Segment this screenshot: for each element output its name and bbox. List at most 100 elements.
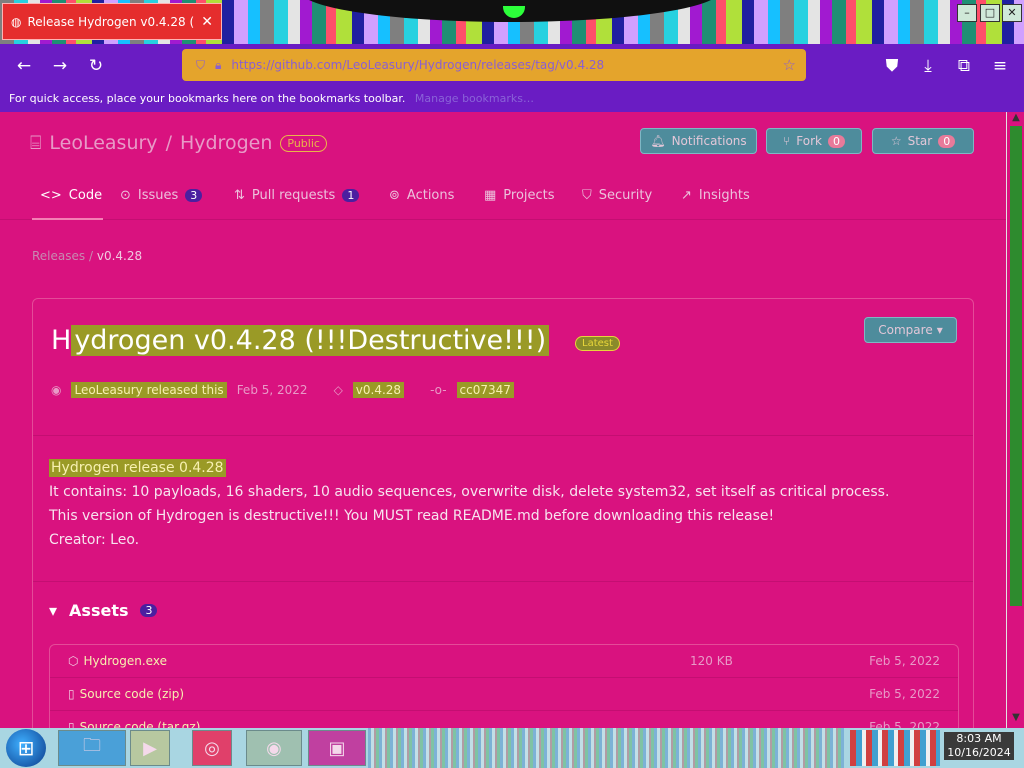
glitch-streaks xyxy=(368,728,844,768)
browser-nav-bar: ← → ↻ ⛉ 🔒︎ https://github.com/LeoLeasury… xyxy=(0,44,1024,88)
close-window-button[interactable]: ✕ xyxy=(1002,4,1022,22)
compare-button[interactable]: Compare ▾ xyxy=(864,317,957,343)
asset-row[interactable]: ▯ Source code (zip) Feb 5, 2022 xyxy=(50,678,958,711)
close-tab-icon[interactable]: ✕ xyxy=(201,14,213,30)
breadcrumb-releases-link[interactable]: Releases xyxy=(32,249,85,263)
commit-icon: -o- xyxy=(430,383,447,397)
chevron-down-icon: ▾ xyxy=(936,323,943,337)
fork-count: 0 xyxy=(827,134,845,148)
tab-issues[interactable]: ⊙ Issues 3 xyxy=(120,188,203,203)
taskbar-app-active[interactable]: ▣ xyxy=(308,730,366,766)
repo-name-link[interactable]: Hydrogen xyxy=(180,132,272,154)
browser-tab-active[interactable]: ◍ Release Hydrogen v0.4.28 (!!!Dest ✕ xyxy=(2,3,222,40)
release-title-rest: ydrogen v0.4.28 (!!!Destructive!!!) xyxy=(71,325,550,356)
pocket-icon[interactable]: ⛊ xyxy=(880,54,904,78)
url-text: https://github.com/LeoLeasury/Hydrogen/r… xyxy=(231,58,605,72)
system-tray[interactable] xyxy=(850,730,940,766)
asset-name-link[interactable]: Source code (zip) xyxy=(80,687,184,701)
tab-pull-requests-label: Pull requests xyxy=(251,188,336,203)
scroll-down-arrow-icon[interactable]: ▼ xyxy=(1007,712,1024,728)
release-commit-link[interactable]: cc07347 xyxy=(456,382,514,398)
tab-code-label: Code xyxy=(68,188,103,203)
breadcrumb-separator: / xyxy=(88,249,94,263)
downloads-icon[interactable]: ⤓ xyxy=(916,54,940,78)
assets-toggle[interactable]: ▾ Assets 3 xyxy=(49,601,158,620)
file-zip-icon: ▯ xyxy=(68,720,75,728)
taskbar-clock[interactable]: 8:03 AM 10/16/2024 xyxy=(944,732,1014,760)
url-bar[interactable]: ⛉ 🔒︎ https://github.com/LeoLeasury/Hydro… xyxy=(182,49,806,81)
assets-list: ⬡ Hydrogen.exe 120 KB Feb 5, 2022 ▯ Source… xyxy=(49,644,959,728)
github-release-page: ⌸ LeoLeasury / Hydrogen Public 🔔︎ Notifi… xyxy=(0,112,1006,728)
graph-icon: ↗ xyxy=(681,188,692,203)
page-scrollbar[interactable]: ▲ ▼ xyxy=(1006,112,1024,728)
scrollbar-thumb[interactable] xyxy=(1010,126,1022,606)
asset-name-link[interactable]: Source code (tar.gz) xyxy=(80,720,201,728)
extensions-icon[interactable]: ⧉ xyxy=(952,54,976,78)
table-icon: ▦ xyxy=(484,188,497,203)
pull-requests-count: 1 xyxy=(342,189,360,202)
asset-row[interactable]: ▯ Source code (tar.gz) Feb 5, 2022 xyxy=(50,711,958,728)
breadcrumb-current: v0.4.28 xyxy=(96,249,143,263)
reload-icon[interactable]: ↻ xyxy=(84,54,108,78)
fork-button[interactable]: ⑂ Fork 0 xyxy=(766,128,862,154)
forward-arrow-icon[interactable]: → xyxy=(48,54,72,78)
back-arrow-icon[interactable]: ← xyxy=(12,54,36,78)
repo-header: ⌸ LeoLeasury / Hydrogen Public xyxy=(30,132,327,154)
asset-date: Feb 5, 2022 xyxy=(869,720,940,728)
menu-icon[interactable]: ≡ xyxy=(988,54,1012,78)
tab-security[interactable]: ⛉ Security xyxy=(582,188,652,203)
start-button[interactable]: ⊞ xyxy=(6,729,46,767)
release-notes-line: Hydrogen release 0.4.28 xyxy=(49,459,226,477)
issues-count: 3 xyxy=(185,189,203,202)
release-title-first-letter: H xyxy=(51,325,72,356)
star-button[interactable]: ☆ Star 0 xyxy=(872,128,974,154)
assets-count: 3 xyxy=(140,604,158,617)
tab-insights-label: Insights xyxy=(698,188,750,203)
tab-pull-requests[interactable]: ⇅ Pull requests 1 xyxy=(234,188,360,203)
taskbar-app-media[interactable]: ▶ xyxy=(130,730,170,766)
taskbar-app-chrome[interactable]: ◎ xyxy=(192,730,232,766)
bookmarks-toolbar: For quick access, place your bookmarks h… xyxy=(0,88,1024,112)
issue-icon: ⊙ xyxy=(120,188,131,203)
star-label: Star xyxy=(907,134,933,148)
tab-projects[interactable]: ▦ Projects xyxy=(484,188,555,203)
minimize-window-button[interactable]: – xyxy=(957,4,977,22)
maximize-window-button[interactable]: □ xyxy=(980,4,1000,22)
shield-icon[interactable]: ⛉ xyxy=(196,58,205,73)
bell-icon: 🔔︎ xyxy=(650,134,666,148)
asset-name-link[interactable]: Hydrogen.exe xyxy=(83,654,166,668)
avatar[interactable]: ◉ xyxy=(51,383,61,397)
fork-label: Fork xyxy=(796,134,822,148)
release-author-text[interactable]: LeoLeasury released this xyxy=(71,382,227,398)
lock-icon[interactable]: 🔒︎ xyxy=(215,58,221,73)
repo-owner-link[interactable]: LeoLeasury xyxy=(49,132,157,154)
visibility-badge: Public xyxy=(280,134,327,152)
notifications-label: Notifications xyxy=(671,134,747,148)
package-icon: ⬡ xyxy=(68,654,79,668)
tab-actions[interactable]: ⊚ Actions xyxy=(389,188,454,203)
divider xyxy=(33,581,973,582)
latest-badge: Latest xyxy=(575,336,620,351)
shield-icon: ⛉ xyxy=(582,188,592,203)
tab-projects-label: Projects xyxy=(503,188,555,203)
taskbar-app-firefox[interactable]: ◉ xyxy=(246,730,302,766)
repo-slash: / xyxy=(165,132,172,154)
tab-code[interactable]: <> Code xyxy=(40,188,102,203)
tag-icon: ◇ xyxy=(333,383,343,397)
taskbar-app-explorer[interactable]: 🗀 xyxy=(58,730,126,766)
bookmark-star-icon[interactable]: ☆ xyxy=(783,56,796,74)
pull-request-icon: ⇅ xyxy=(234,188,245,203)
notifications-button[interactable]: 🔔︎ Notifications xyxy=(640,128,757,154)
asset-row[interactable]: ⬡ Hydrogen.exe 120 KB Feb 5, 2022 xyxy=(50,645,958,678)
release-title: Hydrogen v0.4.28 (!!!Destructive!!!) xyxy=(51,325,550,356)
release-tag-link[interactable]: v0.4.28 xyxy=(352,382,405,398)
compare-label: Compare xyxy=(878,323,933,337)
code-icon: <> xyxy=(40,188,62,203)
tab-insights[interactable]: ↗ Insights xyxy=(681,188,750,203)
play-icon: ⊚ xyxy=(389,188,400,203)
release-notes-line: This version of Hydrogen is destructive!… xyxy=(49,508,775,524)
release-notes-line: It contains: 10 payloads, 16 shaders, 10… xyxy=(49,484,890,500)
tab-title: Release Hydrogen v0.4.28 (!!!Dest xyxy=(27,14,195,29)
github-icon: ◍ xyxy=(11,14,22,29)
manage-bookmarks-link[interactable]: Manage bookmarks… xyxy=(415,92,534,105)
